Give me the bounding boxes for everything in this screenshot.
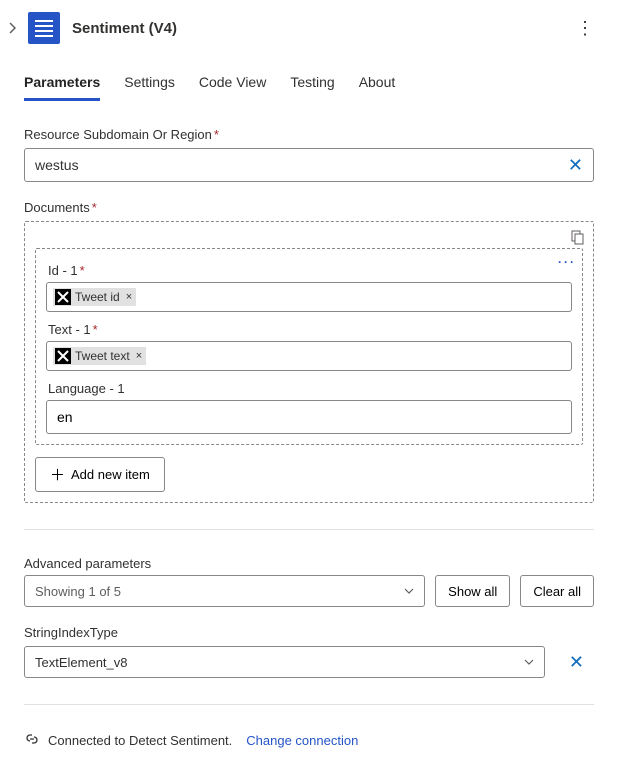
stringindextype-row: TextElement_v8 ✕	[24, 646, 594, 678]
documents-wrap: ··· Id - 1* Tweet id ×	[24, 221, 594, 503]
id-label: Id - 1*	[46, 259, 572, 282]
region-label-text: Resource Subdomain Or Region	[24, 127, 212, 142]
tab-testing[interactable]: Testing	[290, 74, 334, 101]
id-field[interactable]: Tweet id ×	[46, 282, 572, 312]
id-token-text: Tweet id	[75, 290, 120, 304]
text-token: Tweet text ×	[53, 347, 146, 365]
collapse-chevron-icon[interactable]	[4, 20, 20, 36]
id-label-text: Id - 1	[48, 263, 78, 278]
panel-header: Sentiment (V4) ⋮	[0, 0, 618, 56]
add-item-label: Add new item	[71, 467, 150, 482]
advanced-select[interactable]: Showing 1 of 5	[24, 575, 425, 607]
advanced-select-wrap: Advanced parameters Showing 1 of 5	[24, 556, 425, 607]
tab-parameters[interactable]: Parameters	[24, 74, 100, 101]
remove-id-token-icon[interactable]: ×	[126, 291, 132, 303]
language-label: Language - 1	[46, 377, 572, 400]
panel: Sentiment (V4) ⋮ Parameters Settings Cod…	[0, 0, 618, 766]
required-asterisk: *	[92, 200, 97, 215]
text-label-text: Text - 1	[48, 322, 91, 337]
required-asterisk: *	[80, 263, 85, 278]
tab-about[interactable]: About	[359, 74, 396, 101]
twitter-icon	[55, 289, 71, 305]
documents-box: ··· Id - 1* Tweet id ×	[24, 221, 594, 503]
link-icon	[24, 731, 40, 750]
clear-region-icon[interactable]: ✕	[558, 155, 593, 176]
region-input-wrap: ✕	[24, 148, 594, 182]
twitter-icon	[55, 348, 71, 364]
advanced-label: Advanced parameters	[24, 556, 425, 571]
plus-icon: ＋	[50, 464, 65, 485]
add-item-button[interactable]: ＋ Add new item	[35, 457, 165, 492]
stringindextype-select[interactable]: TextElement_v8	[24, 646, 545, 678]
panel-content: Parameters Settings Code View Testing Ab…	[0, 74, 618, 766]
required-asterisk: *	[214, 127, 219, 142]
stringindextype-label: StringIndexType	[24, 625, 594, 640]
text-field[interactable]: Tweet text ×	[46, 341, 572, 371]
tab-settings[interactable]: Settings	[124, 74, 175, 101]
documents-label: Documents*	[24, 200, 594, 215]
advanced-row: Advanced parameters Showing 1 of 5 Show …	[24, 556, 594, 607]
connection-status: Connected to Detect Sentiment.	[48, 733, 232, 748]
item-more-icon[interactable]: ···	[558, 255, 576, 269]
show-all-button[interactable]: Show all	[435, 575, 510, 607]
clear-all-button[interactable]: Clear all	[520, 575, 594, 607]
clear-stringindextype-icon[interactable]: ✕	[559, 646, 594, 673]
tab-code-view[interactable]: Code View	[199, 74, 266, 101]
text-label: Text - 1*	[46, 318, 572, 341]
documents-label-text: Documents	[24, 200, 90, 215]
language-label-text: Language - 1	[48, 381, 125, 396]
id-token: Tweet id ×	[53, 288, 136, 306]
change-connection-link[interactable]: Change connection	[246, 733, 358, 748]
language-input[interactable]	[46, 400, 572, 434]
chevron-down-icon	[524, 655, 534, 670]
chevron-down-icon	[404, 584, 414, 599]
tab-bar: Parameters Settings Code View Testing Ab…	[24, 74, 594, 101]
region-label: Resource Subdomain Or Region*	[24, 127, 594, 142]
switch-mode-icon[interactable]	[570, 229, 586, 248]
divider	[24, 529, 594, 530]
required-asterisk: *	[93, 322, 98, 337]
panel-title: Sentiment (V4)	[72, 20, 560, 37]
document-item: ··· Id - 1* Tweet id ×	[35, 248, 583, 445]
advanced-selected-text: Showing 1 of 5	[35, 584, 121, 599]
divider	[24, 704, 594, 705]
stringindextype-value: TextElement_v8	[35, 655, 128, 670]
connector-icon	[28, 12, 60, 44]
text-token-text: Tweet text	[75, 349, 130, 363]
connection-row: Connected to Detect Sentiment. Change co…	[24, 731, 594, 750]
remove-text-token-icon[interactable]: ×	[136, 350, 142, 362]
item-actions: ···	[558, 255, 576, 269]
more-vertical-icon[interactable]: ⋮	[568, 14, 602, 43]
region-input[interactable]	[25, 157, 558, 173]
